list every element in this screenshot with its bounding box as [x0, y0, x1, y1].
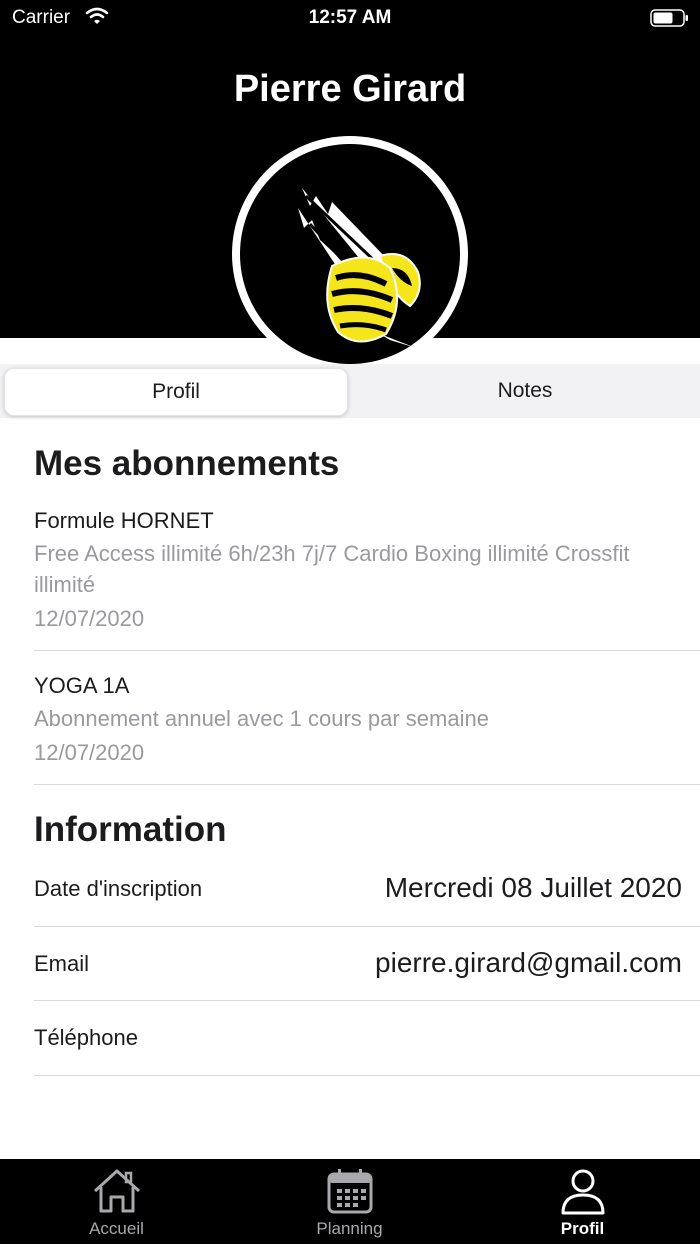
tab-profil[interactable]: Profil [466, 1159, 699, 1244]
info-value-email: pierre.girard@gmail.com [375, 947, 682, 978]
segment-profil-label: Profil [152, 380, 200, 403]
info-label-registration-date: Date d'inscription [34, 876, 203, 901]
subscription-name: Formule HORNET [34, 508, 214, 533]
subscription-description: Abonnement annuel avec 1 cours par semai… [34, 706, 489, 731]
info-label-email: Email [34, 951, 90, 976]
subscription-date: 12/07/2020 [34, 740, 145, 765]
hornet-logo [240, 144, 460, 364]
battery-icon [650, 9, 690, 33]
calendar-icon [324, 1167, 376, 1215]
tab-accueil-label: Accueil [89, 1219, 144, 1238]
tab-accueil[interactable]: Accueil [0, 1159, 233, 1244]
subscription-description: Free Access illimité 6h/23h 7j/7 Cardio … [34, 541, 630, 597]
tab-planning-label: Planning [316, 1219, 383, 1238]
divider [34, 1075, 700, 1076]
tab-planning[interactable]: Planning [233, 1159, 466, 1244]
subscription-name: YOGA 1A [34, 673, 130, 698]
person-icon [557, 1167, 609, 1215]
tab-bar: Accueil Planning Profil [0, 1159, 700, 1244]
info-label-phone: Téléphone [34, 1025, 138, 1050]
home-icon [91, 1167, 143, 1215]
segment-profil[interactable]: Profil [4, 368, 348, 416]
info-value-registration-date: Mercredi 08 Juillet 2020 [384, 872, 682, 903]
divider [34, 926, 700, 927]
status-bar: Carrier 12:57 AM [0, 0, 700, 36]
profile-name: Pierre Girard [233, 68, 467, 110]
subscriptions-title: Mes abonnements [34, 444, 340, 483]
divider [34, 784, 700, 785]
tab-profil-label: Profil [560, 1219, 605, 1238]
information-title: Information [34, 810, 227, 849]
subscription-date: 12/07/2020 [34, 606, 145, 631]
profile-segmented-control: Profil Notes [0, 364, 700, 418]
status-time: 12:57 AM [308, 7, 392, 28]
segment-notes-label: Notes [497, 379, 553, 402]
segment-notes[interactable]: Notes [354, 368, 696, 414]
divider [34, 1000, 700, 1001]
avatar [232, 136, 468, 372]
divider [34, 650, 700, 651]
